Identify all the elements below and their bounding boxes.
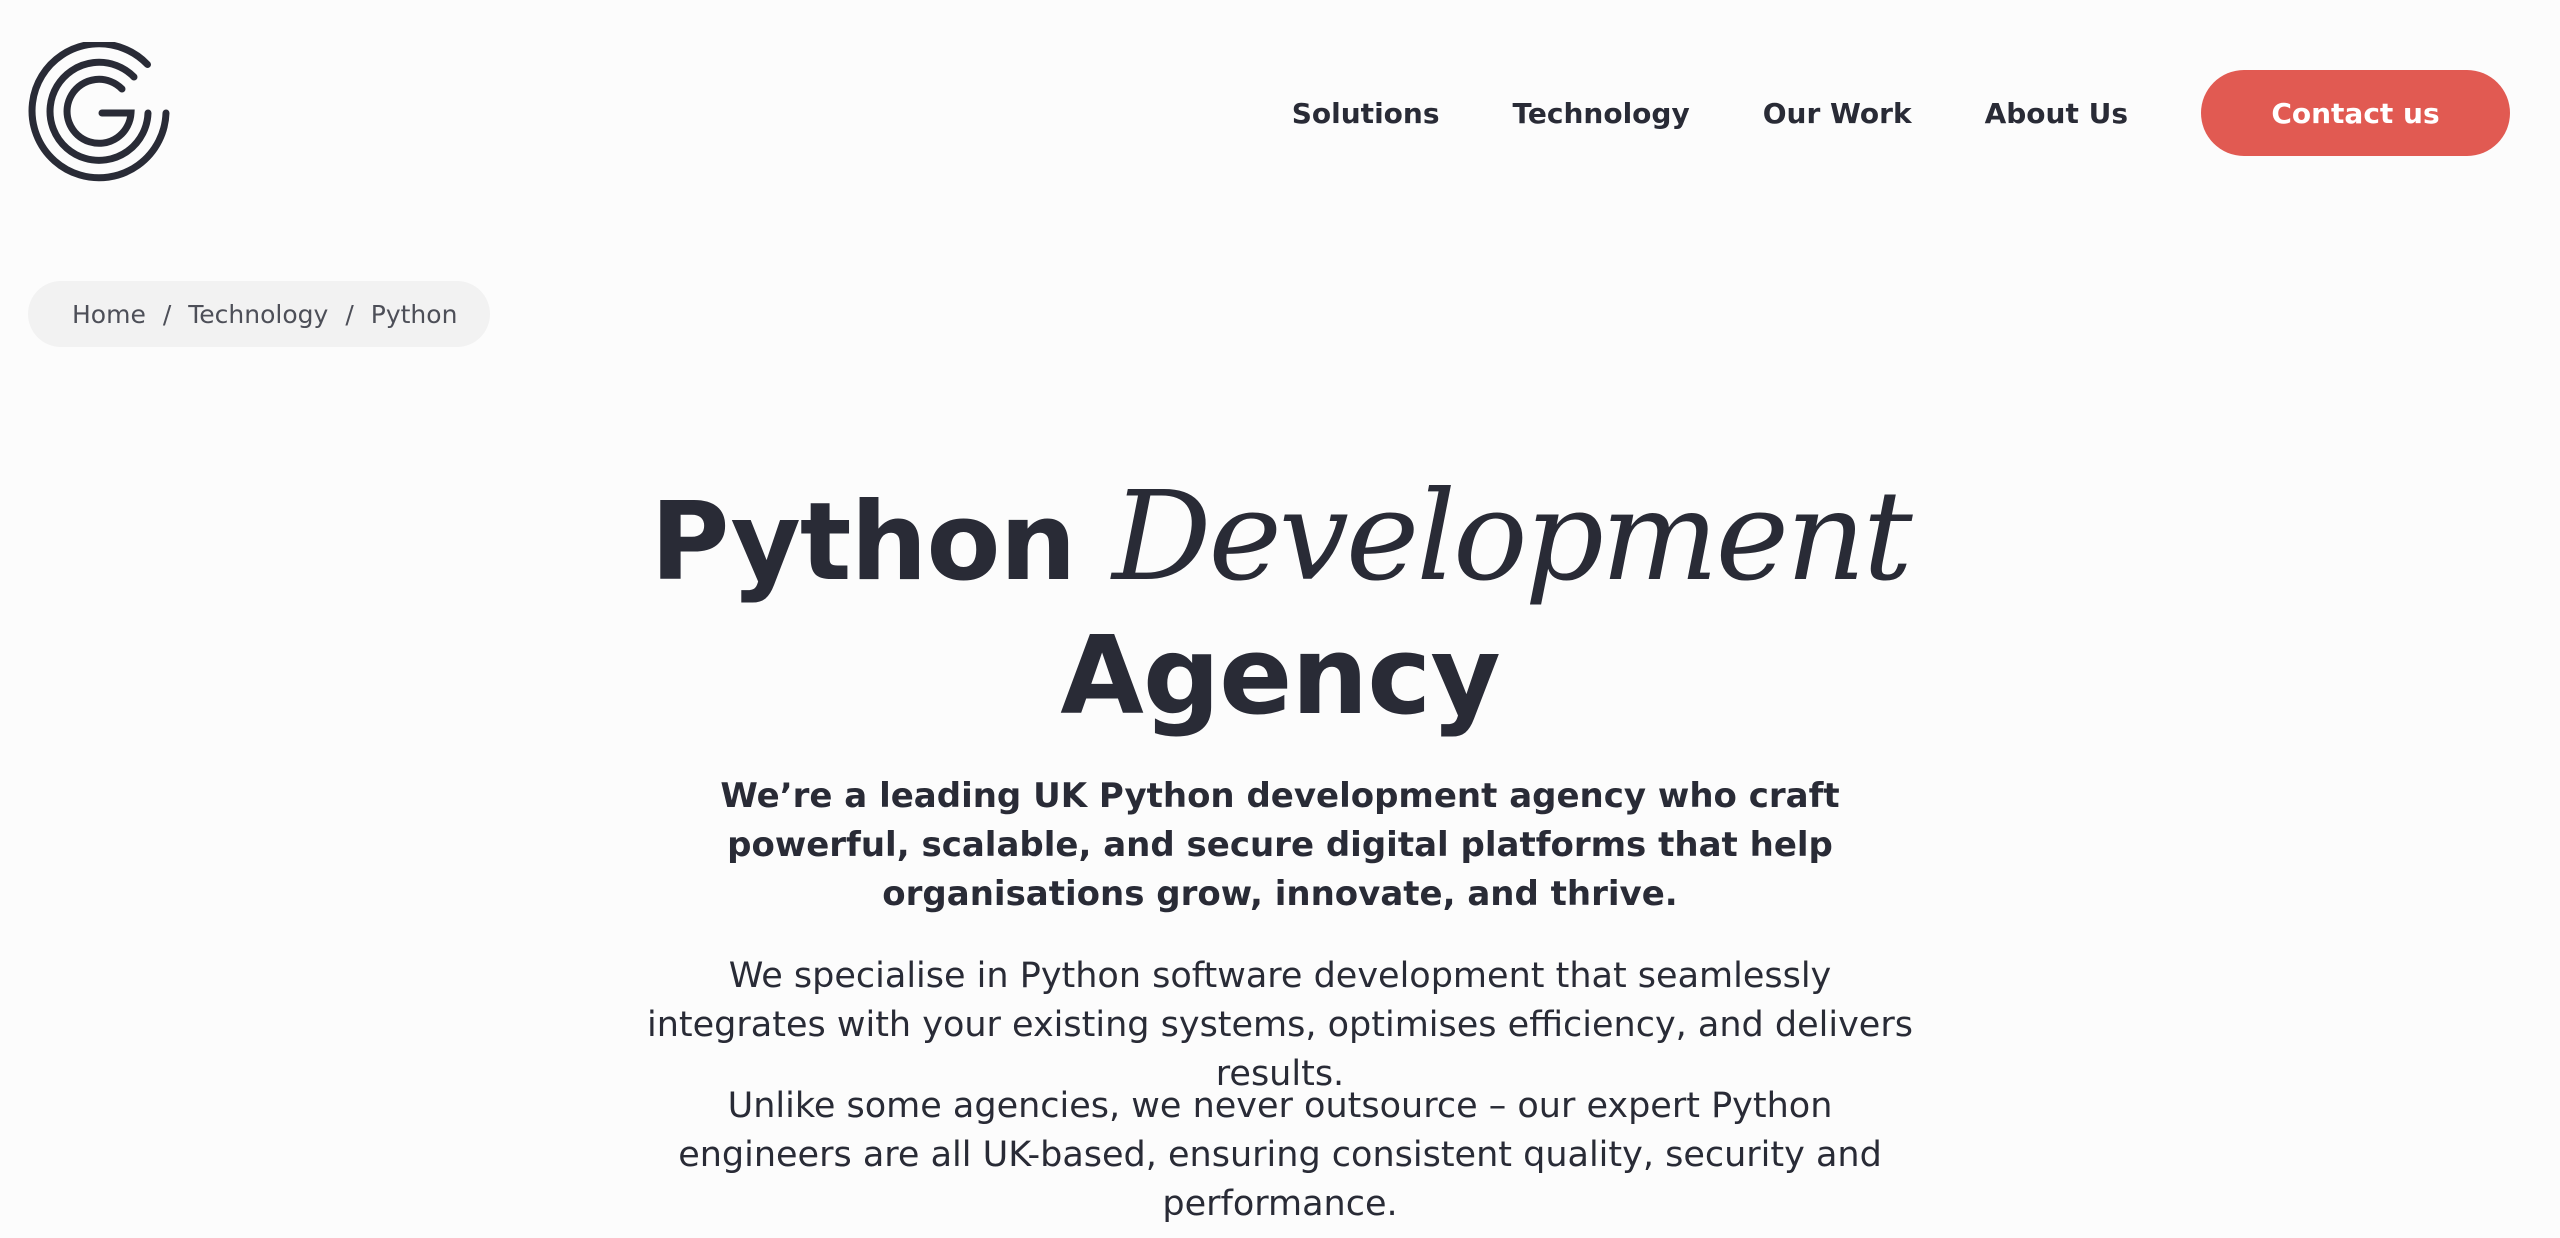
page-title: Python Development Agency xyxy=(0,470,2560,744)
nav-about-us[interactable]: About Us xyxy=(1985,97,2128,130)
title-python: Python xyxy=(650,480,1076,605)
hero-paragraph-2: Unlike some agencies, we never outsource… xyxy=(678,1086,1882,1224)
title-development: Development xyxy=(1112,465,1913,609)
breadcrumb-home[interactable]: Home xyxy=(72,300,146,329)
breadcrumb: Home / Technology / Python xyxy=(28,281,490,347)
nav-technology[interactable]: Technology xyxy=(1513,97,1690,130)
contact-us-button[interactable]: Contact us xyxy=(2201,70,2510,156)
breadcrumb-current: Python xyxy=(370,299,458,329)
main-nav: Solutions Technology Our Work About Us C… xyxy=(1292,70,2510,156)
nav-solutions[interactable]: Solutions xyxy=(1292,97,1440,130)
nav-our-work[interactable]: Our Work xyxy=(1763,97,1912,130)
breadcrumb-technology[interactable]: Technology xyxy=(188,300,328,329)
logo-link[interactable] xyxy=(28,40,170,184)
hero-lead: We’re a leading UK Python development ag… xyxy=(720,776,1840,914)
hero-paragraph-1: We specialise in Python software develop… xyxy=(647,956,1913,1094)
breadcrumb-separator: / xyxy=(162,299,172,329)
title-agency: Agency xyxy=(1060,614,1500,739)
concentric-g-logo-icon xyxy=(28,40,170,182)
page: Solutions Technology Our Work About Us C… xyxy=(0,0,2560,1238)
breadcrumb-separator: / xyxy=(345,299,354,329)
